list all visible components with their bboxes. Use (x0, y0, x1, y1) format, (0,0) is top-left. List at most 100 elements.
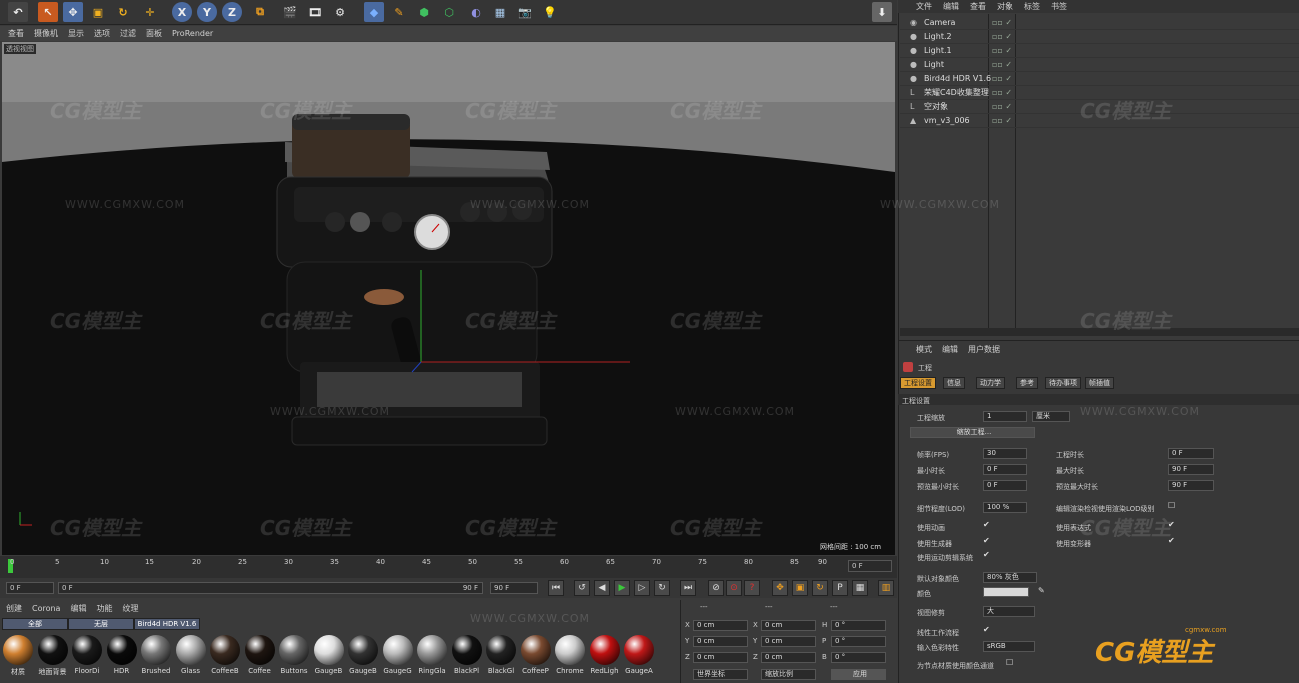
go-to-start-button[interactable]: ⏮ (548, 580, 564, 596)
rot-p-field[interactable]: 0 ° (831, 636, 886, 647)
use-expr-checkbox[interactable]: ✔ (1168, 520, 1175, 529)
render-picture-icon[interactable]: 🎞 (305, 2, 325, 22)
tab-dynamics[interactable]: 动力学 (976, 377, 1005, 389)
use-motion-checkbox[interactable]: ✔ (983, 550, 990, 559)
material-item[interactable]: Chrome (554, 634, 586, 678)
rot-h-field[interactable]: 0 ° (831, 620, 886, 631)
material-item[interactable]: 地面背景 (37, 634, 69, 678)
visibility-toggle[interactable]: ▫▫ ✓ (992, 100, 1012, 114)
menu-create[interactable]: 创建 (6, 603, 22, 614)
undo-icon[interactable]: ↶ (8, 2, 28, 22)
material-item[interactable]: GaugeB (347, 634, 379, 678)
object-row[interactable]: ● Light ▫▫ ✓ (900, 58, 1299, 72)
menu-panel[interactable]: 面板 (146, 28, 162, 39)
size-x-field[interactable]: 0 cm (761, 620, 816, 631)
material-item[interactable]: HDR (106, 634, 138, 678)
material-item[interactable]: Coffee (244, 634, 276, 678)
material-item[interactable]: GaugeB (313, 634, 345, 678)
max-time-field[interactable]: 90 F (1168, 464, 1214, 475)
input-color-select[interactable]: sRGB (983, 641, 1035, 652)
play-button[interactable]: ▶ (614, 580, 630, 596)
visibility-toggle[interactable]: ▫▫ ✓ (992, 30, 1012, 44)
use-gen-checkbox[interactable]: ✔ (983, 536, 990, 545)
default-color-select[interactable]: 80% 灰色 (983, 572, 1037, 583)
menu-filter[interactable]: 过滤 (120, 28, 136, 39)
render-lod-checkbox[interactable]: ☐ (1168, 501, 1175, 510)
material-item[interactable]: Buttons (278, 634, 310, 678)
timeline[interactable]: 0 5 10 15 20 25 30 35 40 45 50 55 60 65 … (0, 556, 897, 578)
render-view-icon[interactable]: 🎬 (280, 2, 300, 22)
linear-workflow-checkbox[interactable]: ✔ (983, 625, 990, 634)
move-key-icon[interactable]: ✥ (772, 580, 788, 596)
object-row[interactable]: ● Light.2 ▫▫ ✓ (900, 30, 1299, 44)
menu-file[interactable]: 文件 (916, 1, 932, 12)
rotate-key-icon[interactable]: ↻ (812, 580, 828, 596)
unit-select[interactable]: 厘米 (1032, 411, 1070, 422)
param-key-icon[interactable]: P (832, 580, 848, 596)
material-item[interactable]: Glass (175, 634, 207, 678)
material-item[interactable]: RedLigh (589, 634, 621, 678)
horizontal-scrollbar[interactable] (900, 328, 1299, 336)
rotate-icon[interactable]: ↻ (113, 2, 133, 22)
project-time-field[interactable]: 0 F (1168, 448, 1214, 459)
pointer-icon[interactable]: ↖ (38, 2, 58, 22)
color-swatch[interactable] (983, 587, 1029, 597)
subdivision-icon[interactable]: ⬢ (414, 2, 434, 22)
deformer-icon[interactable]: ◐ (466, 2, 486, 22)
x-axis-icon[interactable]: X (172, 2, 192, 22)
menu-edit[interactable]: 编辑 (70, 603, 86, 614)
size-z-field[interactable]: 0 cm (761, 652, 816, 663)
eyedropper-icon[interactable]: ✎ (1038, 586, 1045, 595)
tab-todo[interactable]: 待办事项 (1045, 377, 1081, 389)
perspective-viewport[interactable] (2, 42, 895, 555)
menu-edit[interactable]: 编辑 (943, 1, 959, 12)
menu-camera[interactable]: 摄像机 (34, 28, 58, 39)
material-item[interactable]: CoffeeB (209, 634, 241, 678)
object-row[interactable]: L 空对象 ▫▫ ✓ (900, 100, 1299, 114)
light-icon[interactable]: 💡 (540, 2, 560, 22)
pos-z-field[interactable]: 0 cm (693, 652, 748, 663)
tab-project-settings[interactable]: 工程设置 (900, 377, 936, 389)
size-y-field[interactable]: 0 cm (761, 636, 816, 647)
menu-texture[interactable]: 纹理 (122, 603, 138, 614)
material-item[interactable]: BlackPl (451, 634, 483, 678)
menu-prorender[interactable]: ProRender (172, 29, 213, 38)
z-axis-icon[interactable]: Z (222, 2, 242, 22)
pos-x-field[interactable]: 0 cm (693, 620, 748, 631)
menu-bookmarks[interactable]: 书签 (1051, 1, 1067, 12)
tab-reference[interactable]: 参考 (1016, 377, 1038, 389)
floor-icon[interactable]: ▦ (490, 2, 510, 22)
node-color-checkbox[interactable]: ☐ (1006, 658, 1013, 667)
object-row[interactable]: L 荣耀C4D收集整理 ▫▫ ✓ (900, 86, 1299, 100)
menu-view[interactable]: 查看 (8, 28, 24, 39)
tab-bird4d[interactable]: Bird4d HDR V1.6 (134, 618, 200, 630)
menu-corona[interactable]: Corona (32, 604, 60, 613)
pen-icon[interactable]: ✎ (389, 2, 409, 22)
keyframe-icon[interactable]: ⊘ (708, 580, 724, 596)
pos-y-field[interactable]: 0 cm (693, 636, 748, 647)
fps-field[interactable]: 30 (983, 448, 1027, 459)
material-item[interactable]: BlackGl (485, 634, 517, 678)
apply-button[interactable]: 应用 (831, 669, 886, 680)
preview-min-field[interactable]: 0 F (983, 480, 1027, 491)
object-row[interactable]: ◉ Camera ▫▫ ✓ (900, 16, 1299, 30)
current-frame-field[interactable]: 0 F (848, 560, 892, 572)
frame-range-slider[interactable]: 0 F 90 F (58, 582, 483, 594)
menu-view[interactable]: 查看 (970, 1, 986, 12)
tab-all[interactable]: 全部 (2, 618, 68, 630)
object-row[interactable]: ● Light.1 ▫▫ ✓ (900, 44, 1299, 58)
object-row[interactable]: ▲ vm_v3_006 ▫▫ ✓ (900, 114, 1299, 128)
next-key-button[interactable]: ↻ (654, 580, 670, 596)
view-clip-select[interactable]: 大 (983, 606, 1035, 617)
export-icon[interactable]: ⬇ (872, 2, 892, 22)
material-item[interactable]: 材质 (2, 634, 34, 678)
visibility-toggle[interactable]: ▫▫ ✓ (992, 16, 1012, 30)
menu-display[interactable]: 显示 (68, 28, 84, 39)
menu-object[interactable]: 对象 (997, 1, 1013, 12)
material-item[interactable]: FloorDi (71, 634, 103, 678)
y-axis-icon[interactable]: Y (197, 2, 217, 22)
material-item[interactable]: GaugeG (382, 634, 414, 678)
lod-field[interactable]: 100 % (983, 502, 1027, 513)
record-icon[interactable]: ⊙ (726, 580, 742, 596)
scale-project-button[interactable]: 缩放工程... (910, 427, 1035, 438)
